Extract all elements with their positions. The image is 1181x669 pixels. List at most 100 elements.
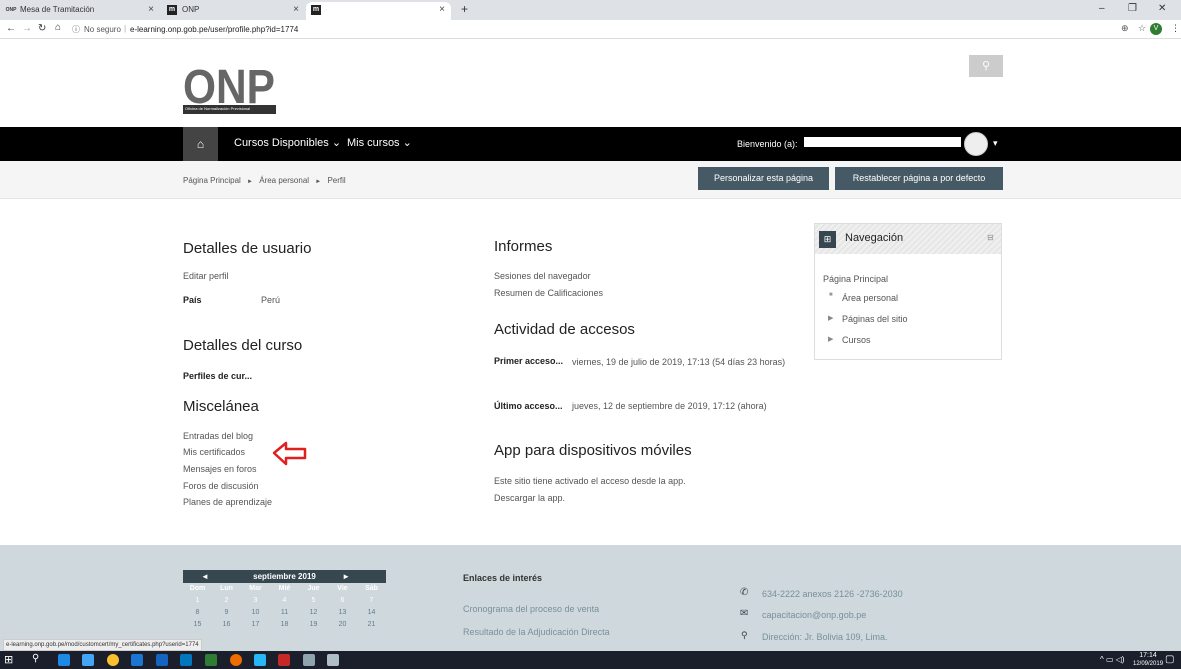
red-arrow-annotation [272, 441, 307, 466]
outlook-icon[interactable] [180, 654, 192, 666]
nav-courses[interactable]: Cursos [842, 335, 871, 345]
close-icon[interactable]: × [439, 2, 445, 18]
nav-home-link[interactable]: Página Principal [823, 274, 888, 284]
nav-site-pages[interactable]: Páginas del sitio [842, 314, 908, 324]
edge-icon[interactable] [254, 654, 266, 666]
tab-favicon-icon: ONP [5, 7, 17, 13]
navigation-block-header: ⊞ Navegación ⊟ [815, 224, 1001, 254]
breadcrumb-separator: ► [315, 179, 322, 185]
navigation-block: ⊞ Navegación ⊟ Página Principal ■ Área p… [814, 223, 1002, 360]
star-icon[interactable]: ☆ [1138, 23, 1146, 34]
caret-down-icon[interactable]: ▾ [993, 138, 998, 149]
breadcrumb: Página Principal ► Área personal ► Perfi… [183, 176, 346, 185]
nav-cursos-disponibles[interactable]: Cursos Disponibles ⌄ [234, 136, 341, 149]
expand-arrow-icon[interactable]: ▶ [828, 335, 833, 343]
grades-overview-link[interactable]: Resumen de Calificaciones [494, 288, 603, 298]
browser-tab[interactable]: ONP Mesa de Tramitación × [0, 2, 160, 20]
clock[interactable]: 17:14 12/09/2019 [1133, 652, 1163, 668]
maximize-icon[interactable]: ❐ [1128, 3, 1137, 14]
ie-icon[interactable] [58, 654, 70, 666]
tray-icons[interactable]: ^ ▭ ◁) [1100, 655, 1125, 664]
notification-icon[interactable]: ▢ [1165, 654, 1174, 665]
email-text[interactable]: capacitacion@onp.gob.pe [762, 610, 866, 620]
edit-profile-link[interactable]: Editar perfil [183, 271, 229, 281]
logo-subtitle: Oficina de Normalización Previsional [185, 106, 251, 111]
app-icon[interactable] [327, 654, 339, 666]
explorer-icon[interactable] [82, 654, 94, 666]
next-month-icon[interactable]: ► [342, 570, 350, 583]
navigation-title: Navegación [845, 232, 904, 244]
last-access-value: jueves, 12 de septiembre de 2019, 17:12 … [572, 401, 767, 411]
calendar-day-names: Dom Lun Mar Mié Jue Vie Sáb [189, 585, 378, 592]
close-icon[interactable]: × [148, 2, 154, 18]
app-icon[interactable] [278, 654, 290, 666]
breadcrumb-area[interactable]: Área personal [259, 176, 309, 185]
calendar-header: ◄ septiembre 2019 ► [183, 570, 386, 583]
info-icon: ⓘ [72, 25, 80, 34]
course-profiles-label: Perfiles de cur... [183, 371, 253, 381]
prev-month-icon[interactable]: ◄ [201, 570, 209, 583]
status-url-bar: e-learning.onp.gob.pe/mod/customcert/my_… [3, 639, 202, 651]
browser-tab-active[interactable]: m × [306, 2, 451, 20]
breadcrumb-bar [0, 161, 1181, 199]
search-button[interactable]: ⚲ [969, 55, 1003, 77]
footer-link[interactable]: Resultado de la Adjudicación Directa [463, 627, 610, 637]
onp-logo[interactable]: ONP Oficina de Normalización Previsional [183, 61, 276, 115]
windows-start-icon[interactable]: ⊞ [4, 653, 13, 666]
chevron-down-icon: ⌄ [402, 137, 412, 149]
reset-page-button[interactable]: Restablecer página a por defecto [835, 167, 1003, 190]
firefox-icon[interactable] [230, 654, 242, 666]
bullet-icon: ■ [829, 292, 833, 298]
home-icon: ⌂ [196, 137, 205, 151]
calendar-month: septiembre 2019 [253, 572, 316, 581]
breadcrumb-current: Perfil [327, 176, 346, 185]
discussion-forums-link[interactable]: Foros de discusión [183, 481, 259, 491]
breadcrumb-home[interactable]: Página Principal [183, 176, 241, 185]
browser-tab-bar: ONP Mesa de Tramitación × m ONP × m × + … [0, 0, 1181, 20]
close-icon[interactable]: × [293, 2, 299, 18]
learning-plans-link[interactable]: Planes de aprendizaje [183, 497, 272, 507]
profile-avatar[interactable]: V [1150, 23, 1162, 35]
minimize-icon[interactable]: – [1099, 3, 1105, 14]
nav-area-personal[interactable]: Área personal [842, 293, 898, 303]
nav-mis-cursos[interactable]: Mis cursos ⌄ [347, 136, 412, 149]
url-input[interactable]: e-learning.onp.gob.pe/user/profile.php?i… [130, 25, 298, 34]
collapse-icon[interactable]: ⊟ [987, 233, 994, 242]
footer-link[interactable]: Cronograma del proceso de venta [463, 604, 599, 614]
browser-tab[interactable]: m ONP × [162, 2, 305, 20]
tab-label: Mesa de Tramitación [20, 5, 95, 14]
my-certificates-link[interactable]: Mis certificados [183, 447, 245, 457]
calendar-week: 15 16 17 18 19 20 21 [193, 621, 376, 628]
main-navbar [0, 127, 1181, 161]
blog-entries-link[interactable]: Entradas del blog [183, 431, 253, 441]
forward-icon[interactable]: → [22, 23, 32, 34]
address-text: Dirección: Jr. Bolivia 109, Lima. [762, 632, 888, 642]
back-icon[interactable]: ← [6, 23, 16, 34]
close-window-icon[interactable]: ✕ [1158, 3, 1166, 14]
home-icon[interactable]: ⌂ [55, 22, 61, 33]
menu-icon[interactable]: ⋮ [1171, 23, 1180, 34]
tab-favicon-icon: m [311, 5, 321, 15]
browser-sessions-link[interactable]: Sesiones del navegador [494, 271, 591, 281]
tab-label: ONP [182, 5, 200, 14]
app-icon[interactable] [303, 654, 315, 666]
access-activity-title: Actividad de accesos [494, 321, 635, 338]
tab-favicon-icon: m [167, 5, 177, 15]
word-icon[interactable] [156, 654, 168, 666]
location-pin-icon: ⚲ [741, 630, 748, 640]
new-tab-button[interactable]: + [461, 2, 468, 16]
search-icon[interactable]: ⚲ [32, 653, 39, 664]
country-label: País [183, 295, 202, 305]
expand-arrow-icon[interactable]: ▶ [828, 314, 833, 322]
zoom-icon[interactable]: ⊕ [1121, 23, 1129, 34]
forum-posts-link[interactable]: Mensajes en foros [183, 464, 257, 474]
app-icon[interactable] [131, 654, 143, 666]
reload-icon[interactable]: ↻ [38, 23, 46, 34]
user-avatar[interactable] [964, 132, 988, 156]
chrome-icon[interactable] [107, 654, 119, 666]
home-button[interactable]: ⌂ [183, 127, 218, 161]
clock-time: 17:14 [1139, 652, 1157, 659]
download-app-link[interactable]: Descargar la app. [494, 493, 565, 503]
customize-page-button[interactable]: Personalizar esta página [698, 167, 829, 190]
excel-icon[interactable] [205, 654, 217, 666]
